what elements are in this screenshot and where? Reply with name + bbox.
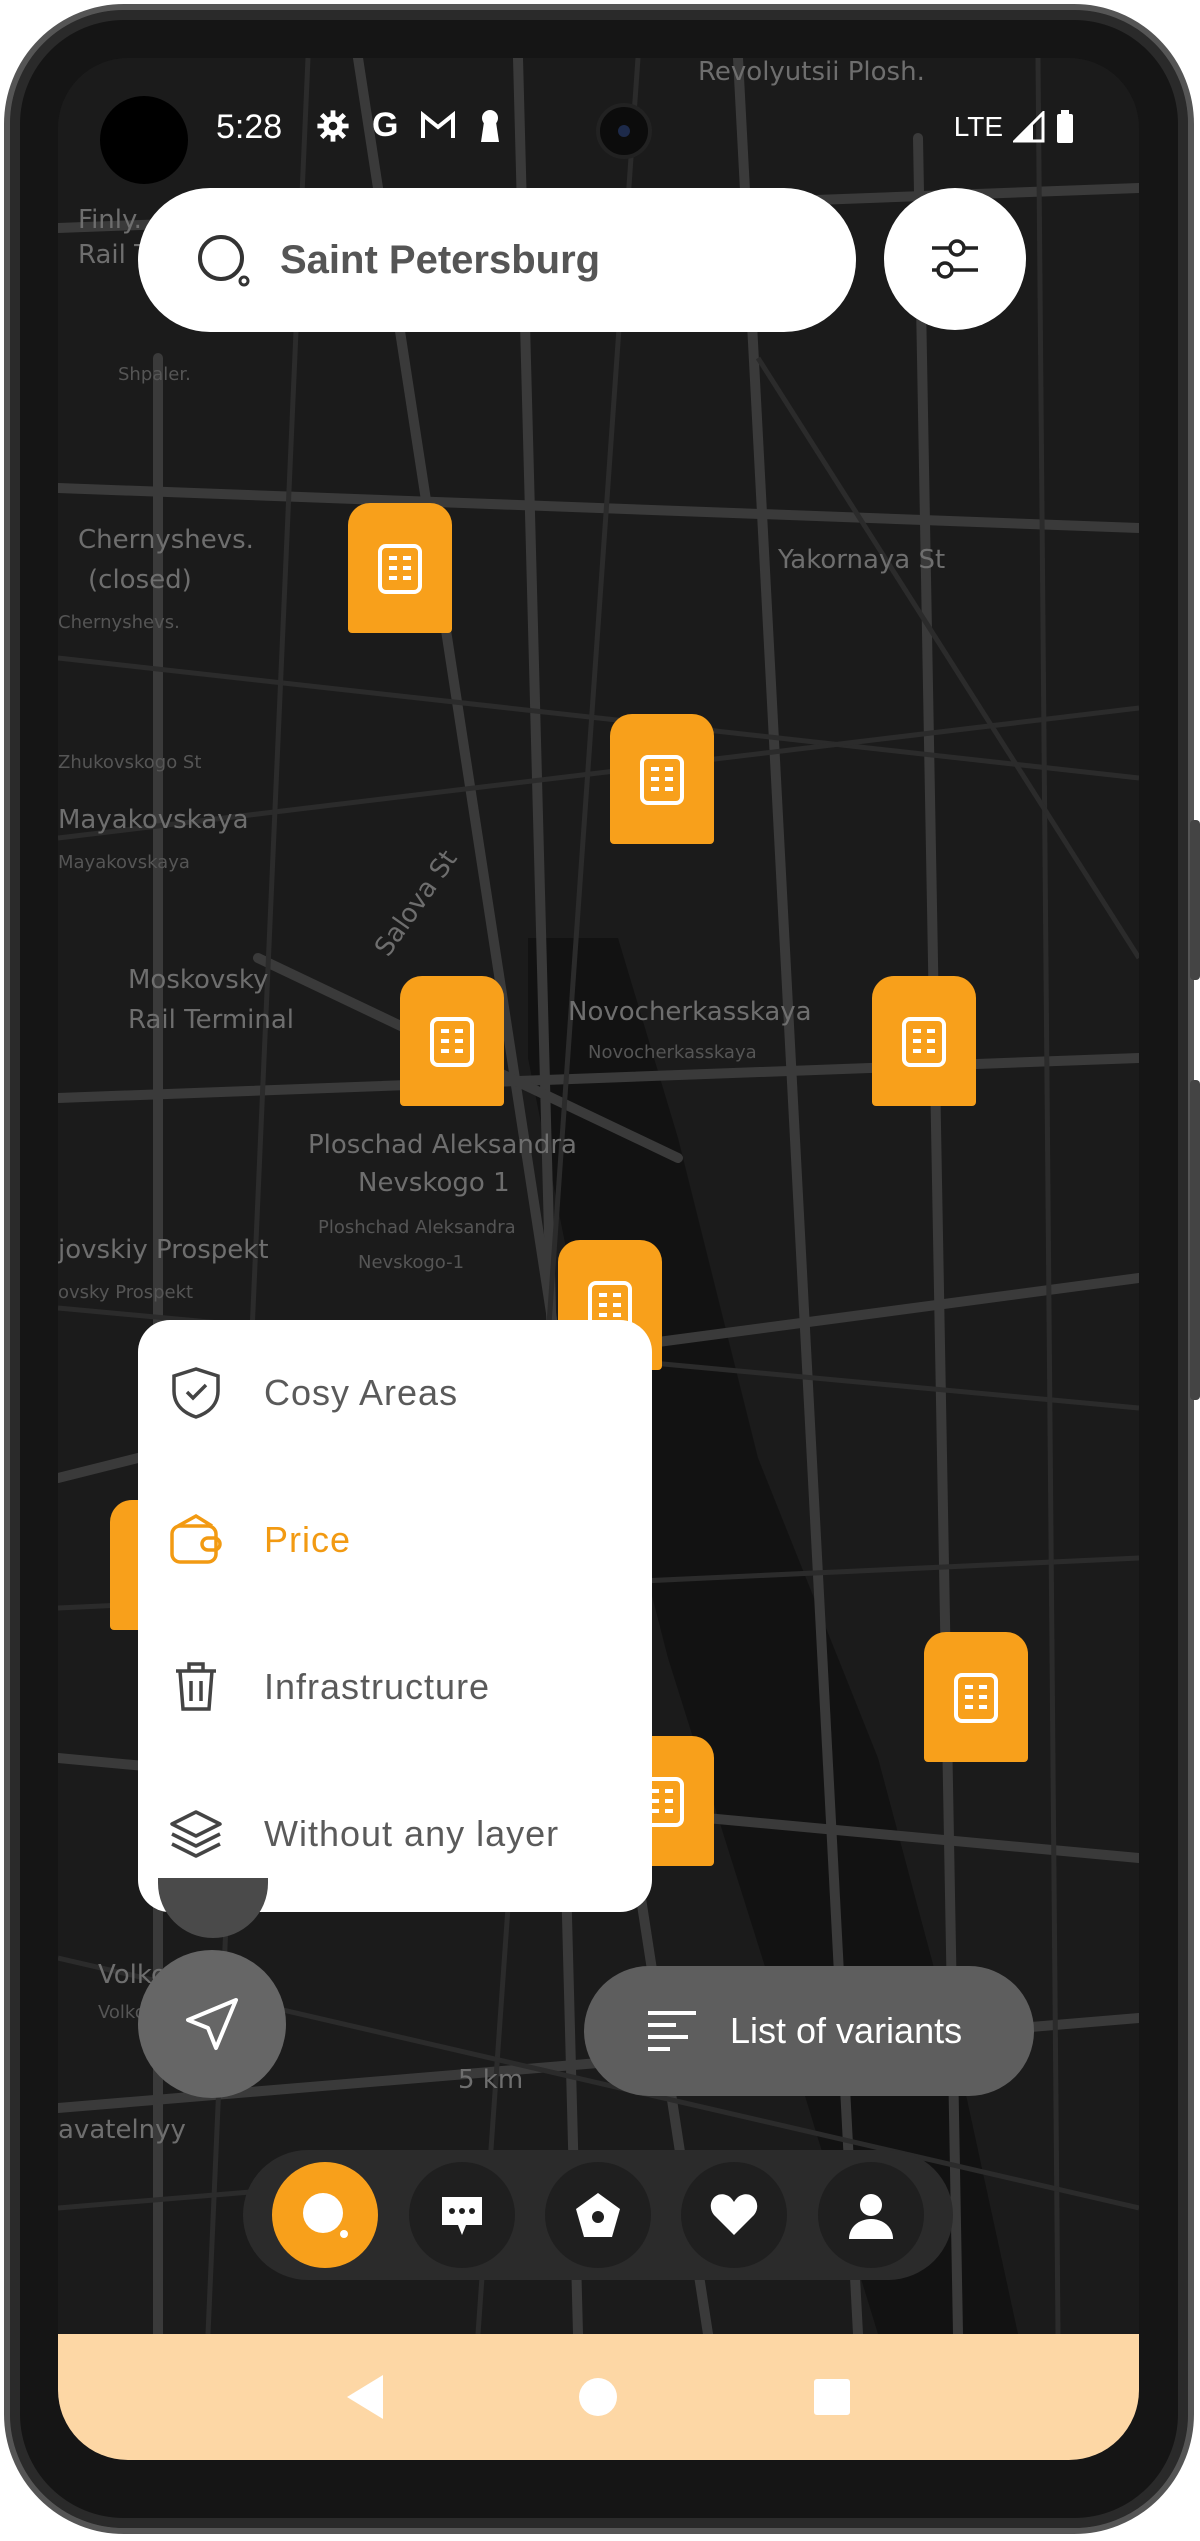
map-label: 5 km	[458, 2065, 523, 2095]
nav-chat[interactable]	[408, 2162, 515, 2268]
bottom-nav	[243, 2150, 953, 2280]
list-icon	[648, 2011, 696, 2051]
system-recents-button[interactable]	[802, 2367, 862, 2427]
search-icon	[303, 2193, 349, 2238]
map-label: (closed)	[88, 565, 192, 595]
map-label: Nevskogo 1	[358, 1168, 510, 1198]
power-button	[1190, 1080, 1200, 1400]
map-label: Shpaler.	[118, 364, 191, 385]
battery-icon	[1057, 110, 1073, 143]
locate-button[interactable]	[138, 1950, 286, 2098]
map-label: Ploshchad Aleksandra	[318, 1217, 516, 1238]
map-label: Revolyutsii Plosh.	[698, 58, 925, 87]
gmail-icon	[421, 110, 456, 138]
home-icon	[575, 2193, 620, 2237]
system-back-button[interactable]	[335, 2367, 395, 2427]
layer-item-label: Price	[264, 1519, 352, 1560]
property-marker[interactable]	[610, 714, 714, 844]
system-nav-bar	[58, 2334, 1139, 2460]
layer-menu: Cosy Areas Price Infrastructure Without …	[138, 1320, 652, 1912]
layer-item-price[interactable]: Price	[138, 1467, 652, 1613]
property-marker[interactable]	[872, 976, 976, 1106]
system-home-button[interactable]	[568, 2367, 628, 2427]
status-time: 5:28	[216, 108, 283, 146]
building-icon	[902, 1017, 946, 1067]
map-label: avatelnyy	[58, 2115, 186, 2145]
nav-search[interactable]	[272, 2162, 379, 2268]
layer-item-infrastructure[interactable]: Infrastructure	[138, 1614, 652, 1760]
camera-pinhole	[596, 103, 652, 159]
building-icon	[954, 1673, 998, 1723]
map-label: ovsky Prospekt	[58, 1282, 193, 1303]
map-label: Mayakovskaya	[58, 805, 249, 835]
signal-icon	[1013, 111, 1045, 143]
nav-home[interactable]	[544, 2162, 651, 2268]
building-icon	[430, 1017, 474, 1067]
layer-item-label: Infrastructure	[264, 1666, 491, 1707]
building-icon	[640, 755, 684, 805]
network-type: LTE	[953, 111, 1003, 142]
gear-icon	[317, 109, 349, 142]
volume-button	[1190, 820, 1200, 980]
navigation-arrow-icon	[186, 1998, 238, 2050]
nav-favorites[interactable]	[681, 2162, 788, 2268]
shield-check-icon	[172, 1367, 220, 1419]
map-label: Novocherkasskaya	[588, 1042, 757, 1063]
list-of-variants-label: List of variants	[730, 2010, 963, 2051]
map-label: Zhukovskogo St	[58, 752, 201, 773]
keyhole-icon	[481, 109, 500, 142]
property-marker[interactable]	[348, 503, 452, 633]
map-label: Finly.	[78, 205, 142, 235]
nav-profile[interactable]	[817, 2162, 924, 2268]
screen: Revolyutsii Plosh. Finly. Rail T. Shpale…	[58, 58, 1139, 2460]
property-marker[interactable]	[924, 1632, 1028, 1762]
wallet-icon	[170, 1513, 222, 1564]
chat-icon	[441, 2197, 482, 2235]
search-input[interactable]: Saint Petersburg	[280, 238, 600, 283]
trash-icon	[176, 1662, 216, 1711]
sliders-icon	[932, 239, 978, 279]
profile-icon	[848, 2194, 893, 2239]
filter-button[interactable]	[884, 188, 1026, 330]
map-label: Chernyshevs.	[78, 525, 254, 555]
heart-icon	[711, 2194, 758, 2235]
map-label: jovskiy Prospekt	[58, 1235, 269, 1265]
search-bar[interactable]: Saint Petersburg	[138, 188, 856, 332]
property-marker[interactable]	[400, 976, 504, 1106]
home-icon	[579, 2378, 618, 2416]
status-right: LTE	[954, 110, 1075, 144]
search-icon	[198, 235, 250, 287]
map-label: Nevskogo-1	[358, 1252, 464, 1273]
front-camera	[100, 96, 188, 184]
map-label: Rail Terminal	[128, 1005, 294, 1035]
layer-item-label: Cosy Areas	[264, 1372, 459, 1413]
map-label: Novocherkasskaya	[568, 997, 812, 1027]
list-of-variants-button[interactable]: List of variants	[584, 1966, 1034, 2096]
map-label: Mayakovskaya	[58, 852, 190, 873]
google-icon: G	[372, 106, 399, 144]
map-label: Moskovsky	[128, 965, 268, 995]
building-icon	[378, 544, 422, 594]
back-icon	[346, 2375, 383, 2419]
layer-item-label: Without any layer	[264, 1813, 560, 1854]
map-label: Chernyshevs.	[58, 612, 180, 633]
map-label: Yakornaya St	[777, 545, 945, 575]
map-label: Ploschad Aleksandra	[308, 1130, 577, 1160]
layer-item-cosy-areas[interactable]: Cosy Areas	[138, 1320, 652, 1466]
recents-icon	[814, 2379, 851, 2415]
layers-icon	[170, 1810, 222, 1858]
status-notification-icons: G	[316, 106, 502, 145]
